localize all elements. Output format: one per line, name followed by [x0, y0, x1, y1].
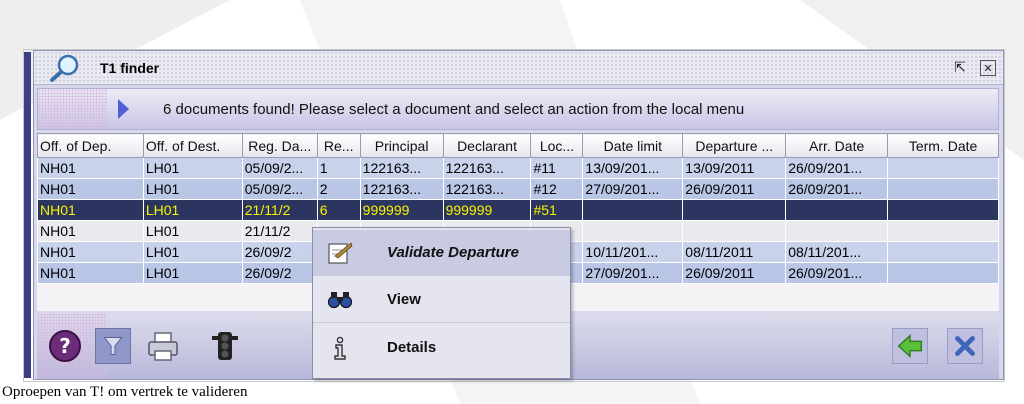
- column-header[interactable]: Reg. Da...: [241, 133, 318, 158]
- column-header[interactable]: Loc...: [530, 133, 584, 158]
- context-menu: Validate Departure View Details: [312, 227, 571, 379]
- table-row[interactable]: NH01 LH01 21/11/2 6 999999 999999 #51: [37, 199, 999, 221]
- info-banner: 6 documents found! Please select a docum…: [37, 88, 999, 130]
- table-cell: 13/09/201...: [582, 157, 684, 179]
- title-bar[interactable]: T1 finder ⇱ ✕: [34, 51, 1003, 85]
- table-cell: 26/09/2: [241, 241, 318, 263]
- validate-icon: [328, 242, 353, 264]
- table-cell: 26/09/201...: [785, 262, 889, 284]
- table-cell: LH01: [142, 262, 243, 284]
- table-row[interactable]: NH01 LH01 05/09/2... 1 122163... 122163... #11…: [37, 157, 999, 179]
- table-cell: 21/11/2: [241, 220, 318, 242]
- help-icon[interactable]: ?: [47, 328, 83, 364]
- table-cell: [887, 241, 999, 263]
- menu-item-details[interactable]: Details: [313, 325, 570, 371]
- magnifier-icon: [50, 54, 79, 82]
- table-cell: 26/09/201...: [785, 178, 889, 200]
- table-cell: [582, 199, 684, 221]
- table-cell: NH01: [37, 220, 144, 242]
- table-cell: #12: [530, 178, 584, 200]
- traffic-light-icon[interactable]: [207, 328, 243, 364]
- table-cell: 26/09/2011: [682, 262, 787, 284]
- column-header[interactable]: Re...: [316, 133, 361, 158]
- table-cell: #11: [530, 157, 584, 179]
- table-cell: LH01: [142, 199, 243, 221]
- table-cell: [682, 199, 787, 221]
- table-header-row: Off. of Dep. Off. of Dest. Reg. Da... Re...…: [37, 133, 999, 158]
- column-header[interactable]: Principal: [359, 133, 444, 158]
- column-header[interactable]: Off. of Dest.: [142, 133, 243, 158]
- filter-icon[interactable]: [95, 328, 131, 364]
- svg-text:?: ?: [59, 334, 71, 358]
- window-accent-bar: [24, 52, 31, 378]
- table-cell: 08/11/2011: [682, 241, 787, 263]
- column-header[interactable]: Date limit: [582, 133, 684, 158]
- table-cell: 08/11/201...: [785, 241, 889, 263]
- table-cell: 26/09/2011: [682, 178, 787, 200]
- close-icon[interactable]: ✕: [980, 60, 996, 76]
- binoculars-icon: [327, 292, 353, 309]
- table-cell: NH01: [37, 241, 144, 263]
- table-cell: 999999: [442, 199, 532, 221]
- column-header[interactable]: Arr. Date: [785, 133, 889, 158]
- column-header[interactable]: Departure ...: [682, 133, 787, 158]
- table-cell: 26/09/201...: [785, 157, 889, 179]
- table-cell: 10/11/201...: [582, 241, 684, 263]
- info-icon: [334, 336, 346, 360]
- table-cell: 122163...: [359, 178, 444, 200]
- column-header[interactable]: Off. of Dep.: [37, 133, 144, 158]
- table-cell: [582, 220, 684, 242]
- table-cell: [887, 157, 999, 179]
- table-cell: 122163...: [442, 157, 532, 179]
- table-cell: [887, 178, 999, 200]
- banner-pattern: [38, 89, 108, 129]
- menu-item-view[interactable]: View: [313, 277, 570, 323]
- menu-item-label: View: [387, 291, 421, 308]
- table-cell: 21/11/2: [241, 199, 318, 221]
- table-cell: 122163...: [359, 157, 444, 179]
- table-cell: [887, 262, 999, 284]
- figure-caption: Oproepen van T! om vertrek te valideren: [2, 384, 248, 400]
- column-header[interactable]: Term. Date: [887, 133, 999, 158]
- printer-icon[interactable]: [145, 328, 181, 364]
- table-cell: NH01: [37, 199, 144, 221]
- table-cell: 26/09/2: [241, 262, 318, 284]
- cancel-icon[interactable]: [947, 328, 983, 364]
- window-title: T1 finder: [100, 60, 160, 76]
- table-cell: [682, 220, 787, 242]
- table-cell: [887, 199, 999, 221]
- table-cell: 27/09/201...: [582, 178, 684, 200]
- back-arrow-icon[interactable]: [892, 328, 928, 364]
- table-cell: 999999: [359, 199, 444, 221]
- arrow-right-icon: [118, 99, 129, 119]
- table-cell: 2: [316, 178, 361, 200]
- table-cell: 6: [316, 199, 361, 221]
- table-cell: 13/09/2011: [682, 157, 787, 179]
- table-cell: [785, 199, 889, 221]
- table-cell: NH01: [37, 262, 144, 284]
- table-cell: NH01: [37, 157, 144, 179]
- table-cell: LH01: [142, 220, 243, 242]
- menu-item-label: Details: [387, 339, 437, 356]
- table-cell: LH01: [142, 241, 243, 263]
- table-cell: 05/09/2...: [241, 178, 318, 200]
- banner-message: 6 documents found! Please select a docum…: [163, 101, 745, 118]
- menu-item-validate-departure[interactable]: Validate Departure: [313, 230, 570, 276]
- table-cell: 05/09/2...: [241, 157, 318, 179]
- column-header[interactable]: Declarant: [442, 133, 532, 158]
- table-cell: LH01: [142, 178, 243, 200]
- table-cell: 1: [316, 157, 361, 179]
- table-cell: NH01: [37, 178, 144, 200]
- table-cell: 27/09/201...: [582, 262, 684, 284]
- table-cell: 122163...: [442, 178, 532, 200]
- table-cell: LH01: [142, 157, 243, 179]
- table-cell: [785, 220, 889, 242]
- table-cell: #51: [530, 199, 584, 221]
- table-row[interactable]: NH01 LH01 05/09/2... 2 122163... 122163... #12…: [37, 178, 999, 200]
- menu-item-label: Validate Departure: [387, 244, 519, 261]
- table-cell: [887, 220, 999, 242]
- restore-icon[interactable]: ⇱: [951, 59, 969, 77]
